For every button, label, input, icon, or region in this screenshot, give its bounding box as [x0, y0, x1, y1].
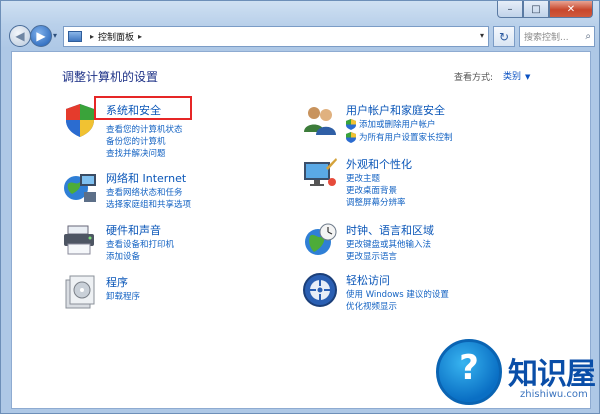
category-link[interactable]: 选择家庭组和共享选项 — [106, 198, 191, 210]
breadcrumb-separator[interactable]: ▸ — [90, 32, 94, 41]
view-mode-value[interactable]: 类别 — [503, 72, 521, 82]
uac-shield-icon — [346, 131, 356, 143]
back-button[interactable]: ◀ — [9, 25, 31, 47]
category-user-accounts: 用户帐户和家庭安全 添加或删除用户帐户 为所有用户设置家长控制 — [302, 102, 582, 152]
category-link[interactable]: 为所有用户设置家长控制 — [346, 131, 453, 143]
category-link-text[interactable]: 添加或删除用户帐户 — [359, 118, 436, 130]
category-appearance: 外观和个性化 更改主题 更改桌面背景 调整屏幕分辨率 — [302, 156, 582, 211]
category-link[interactable]: 查看您的计算机状态 — [106, 123, 183, 135]
programs-icon — [65, 275, 95, 309]
breadcrumb-separator[interactable]: ▸ — [138, 32, 142, 41]
ease-of-access-icon — [303, 273, 337, 307]
category-link[interactable]: 更改主题 — [346, 172, 380, 184]
category-ease-of-access: 轻松访问 使用 Windows 建议的设置 优化视频显示 — [302, 272, 582, 317]
refresh-button[interactable]: ↻ — [493, 26, 515, 47]
category-title[interactable]: 外观和个性化 — [346, 156, 412, 172]
category-title[interactable]: 硬件和声音 — [106, 222, 161, 238]
watermark-text: 知识屋 — [508, 357, 596, 392]
recent-pages-dropdown[interactable]: ▾ — [53, 31, 57, 40]
category-network-internet: 网络和 Internet 查看网络状态和任务 选择家庭组和共享选项 — [62, 170, 292, 215]
category-link[interactable]: 更改键盘或其他输入法 — [346, 238, 431, 250]
category-link[interactable]: 备份您的计算机 — [106, 135, 166, 147]
category-title[interactable]: 时钟、语言和区域 — [346, 222, 434, 238]
search-placeholder: 搜索控制... — [524, 33, 569, 43]
category-link-text[interactable]: 为所有用户设置家长控制 — [359, 131, 453, 143]
category-hardware-sound: 硬件和声音 查看设备和打印机 添加设备 — [62, 222, 292, 267]
view-mode-dropdown[interactable]: 类别 ▼ — [503, 69, 530, 82]
category-link[interactable]: 查看设备和打印机 — [106, 238, 174, 250]
control-panel-window: – □ ✕ ◀ ▶ ▾ ▸ 控制面板 ▸ ▾ ↻ 搜索控制... ⌕ 调整计算机… — [0, 0, 600, 414]
category-link[interactable]: 调整屏幕分辨率 — [346, 196, 406, 208]
network-internet-icon — [64, 174, 96, 202]
page-title: 调整计算机的设置 — [62, 70, 159, 84]
category-link[interactable]: 添加或删除用户帐户 — [346, 118, 436, 130]
category-title[interactable]: 程序 — [106, 274, 128, 290]
system-security-icon — [66, 104, 94, 137]
category-link[interactable]: 更改桌面背景 — [346, 184, 397, 196]
maximize-button[interactable]: □ — [523, 1, 549, 18]
control-panel-folder-icon — [68, 31, 82, 42]
search-icon[interactable]: ⌕ — [585, 31, 591, 42]
appearance-icon — [304, 158, 337, 186]
category-title[interactable]: 轻松访问 — [346, 272, 390, 288]
question-mark-icon: ? — [459, 348, 479, 388]
category-link[interactable]: 卸载程序 — [106, 290, 140, 302]
category-link[interactable]: 添加设备 — [106, 250, 140, 262]
search-input[interactable]: 搜索控制... ⌕ — [519, 26, 595, 47]
watermark-subtext: zhishiwu.com — [520, 389, 588, 400]
category-title[interactable]: 用户帐户和家庭安全 — [346, 102, 445, 118]
category-link[interactable]: 查看网络状态和任务 — [106, 186, 183, 198]
category-link[interactable]: 优化视频显示 — [346, 300, 397, 312]
user-accounts-icon — [304, 107, 336, 135]
breadcrumb-control-panel[interactable]: 控制面板 — [98, 30, 134, 43]
highlight-box — [94, 96, 192, 120]
caption-buttons: – □ ✕ — [497, 1, 593, 19]
category-title[interactable]: 网络和 Internet — [106, 170, 186, 186]
category-programs: 程序 卸载程序 — [62, 274, 292, 314]
uac-shield-icon — [346, 118, 356, 130]
watermark-logo: ? 知识屋 zhishiwu.com — [416, 331, 600, 414]
view-by-label: 查看方式: — [454, 73, 494, 83]
category-link[interactable]: 更改显示语言 — [346, 250, 397, 262]
watermark-circle: ? — [436, 339, 502, 405]
address-toolbar: ◀ ▶ ▾ ▸ 控制面板 ▸ ▾ ↻ 搜索控制... ⌕ — [1, 21, 600, 49]
category-link[interactable]: 查找并解决问题 — [106, 147, 166, 159]
close-button[interactable]: ✕ — [549, 1, 593, 18]
chevron-down-icon[interactable]: ▼ — [525, 73, 530, 81]
address-dropdown-icon[interactable]: ▾ — [480, 31, 484, 40]
category-clock-language: 时钟、语言和区域 更改键盘或其他输入法 更改显示语言 — [302, 222, 582, 267]
minimize-button[interactable]: – — [497, 1, 523, 18]
category-link[interactable]: 使用 Windows 建议的设置 — [346, 288, 449, 300]
address-bar[interactable]: ▸ 控制面板 ▸ ▾ — [63, 26, 489, 47]
forward-button[interactable]: ▶ — [30, 25, 52, 47]
clock-language-icon — [305, 223, 337, 255]
hardware-sound-icon — [64, 225, 94, 255]
